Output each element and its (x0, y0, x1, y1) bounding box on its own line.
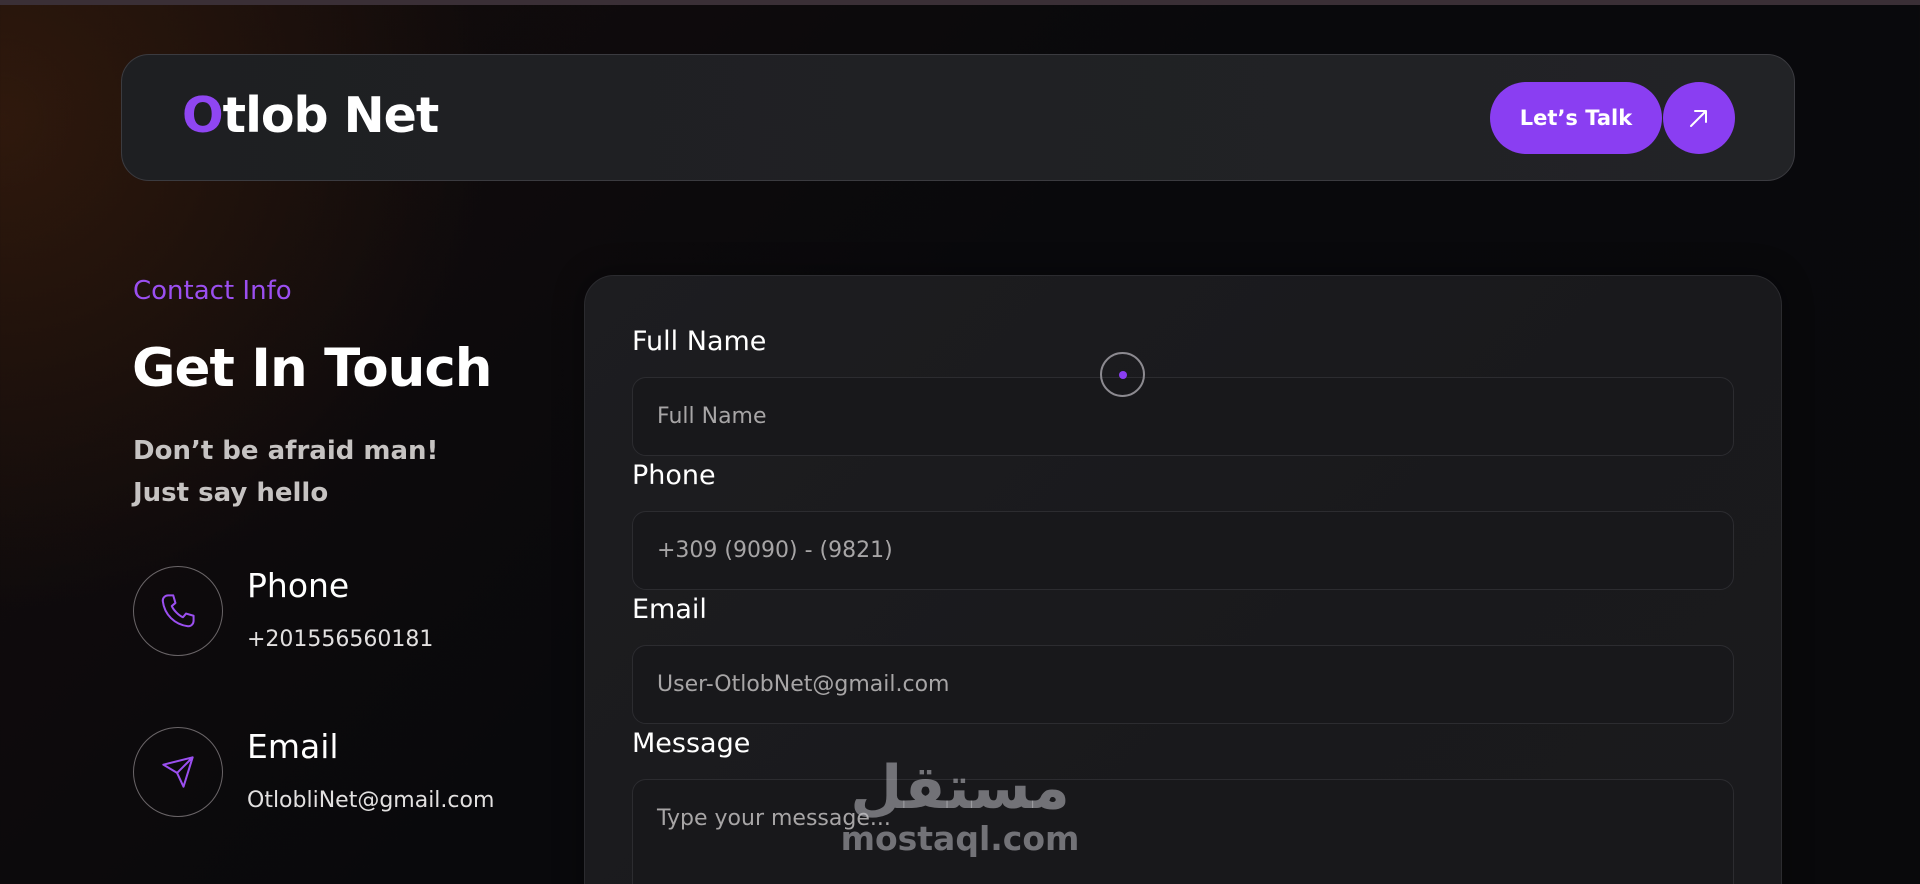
arrow-up-right-icon (1690, 110, 1707, 127)
email-label: Email (632, 594, 707, 625)
logo[interactable]: Otlob Net (182, 85, 440, 147)
phone-icon (161, 594, 195, 628)
logo-accent-letter: O (182, 87, 224, 144)
lets-talk-button[interactable]: Let’s Talk (1490, 82, 1662, 154)
full-name-label: Full Name (632, 326, 767, 357)
logo-text: tlob Net (222, 87, 440, 144)
send-icon-circle (133, 727, 223, 817)
phone-label: Phone (632, 460, 716, 491)
watermark: مستقل mostaql.com (840, 755, 1080, 865)
page-subtitle: Don’t be afraid man! Just say hello (133, 436, 439, 508)
watermark-arabic: مستقل (850, 753, 1070, 823)
watermark-latin: mostaql.com (840, 819, 1080, 858)
message-label: Message (632, 728, 751, 759)
mouse-cursor-dot (1118, 370, 1127, 379)
phone-input[interactable]: +309 (9090) - (9821) (632, 511, 1734, 590)
contact-email-value[interactable]: OtlobliNet@gmail.com (247, 788, 494, 813)
contact-eyebrow: Contact Info (133, 276, 292, 306)
email-input[interactable]: User-OtlobNet@gmail.com (632, 645, 1734, 724)
mouse-cursor-ring (1100, 352, 1145, 397)
message-textarea[interactable]: Type your message... (632, 779, 1734, 884)
full-name-input[interactable]: Full Name (632, 377, 1734, 456)
arrow-up-right-button[interactable] (1663, 82, 1735, 154)
page-title: Get In Touch (132, 338, 493, 399)
contact-email-label: Email (247, 727, 339, 766)
contact-phone-value[interactable]: +201556560181 (247, 627, 433, 652)
top-border (0, 0, 1920, 5)
contact-phone-label: Phone (247, 566, 350, 605)
site-header: Otlob Net Let’s Talk (121, 54, 1795, 181)
phone-icon-circle (133, 566, 223, 656)
send-icon (162, 756, 194, 788)
